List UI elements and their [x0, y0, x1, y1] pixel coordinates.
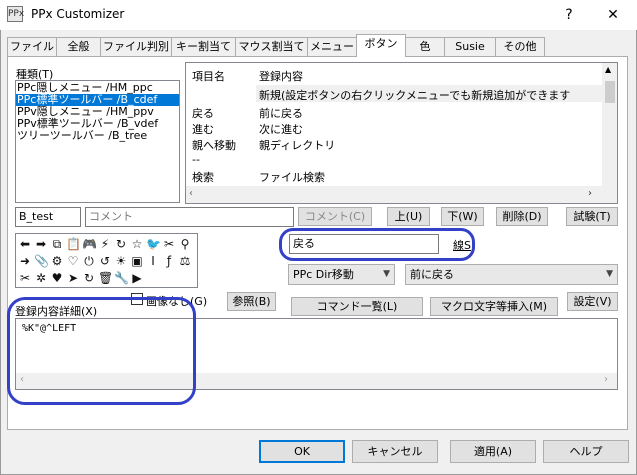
help-icon[interactable]: ? [546, 0, 592, 30]
table-vscrollbar[interactable]: ▲ [602, 63, 617, 186]
reload-icon[interactable]: ↺ [98, 254, 112, 268]
youtube-icon[interactable]: ▶ [130, 271, 144, 285]
tab-color[interactable]: 色 [405, 37, 445, 56]
back-icon[interactable]: ⬅ [18, 237, 32, 251]
window-title: PPx Customizer [31, 7, 125, 21]
command-combo-value: 前に戻る [410, 268, 454, 281]
scroll-right-icon[interactable]: › [588, 188, 592, 199]
command-list-button[interactable]: コマンド一覧(L) [291, 297, 423, 316]
table-cell[interactable]: 次に進む [259, 121, 303, 137]
header-content: 登録内容 [259, 70, 303, 83]
arrow-right-icon[interactable]: ➜ [18, 254, 32, 268]
cancel-button[interactable]: キャンセル [352, 440, 438, 463]
scroll-right-icon[interactable]: › [604, 374, 608, 385]
table-cell[interactable]: -- [192, 153, 200, 166]
app-icon: PPx [7, 6, 24, 22]
scroll-left-icon[interactable]: ‹ [189, 188, 193, 199]
apply-button[interactable]: 適用(A) [450, 440, 536, 463]
tab-button[interactable]: ボタン [356, 34, 406, 57]
line-style-link[interactable]: 線S [453, 237, 471, 253]
search-icon[interactable]: ⚲ [178, 237, 192, 251]
bird-icon[interactable]: 🐦 [146, 237, 161, 251]
header-item-name: 項目名 [192, 70, 225, 83]
trash-icon[interactable]: 🗑 [98, 271, 113, 285]
power-icon[interactable]: ⏻ [82, 254, 96, 268]
bolt-icon[interactable]: ⚡ [98, 237, 112, 251]
tab-other[interactable]: その他 [495, 37, 545, 56]
pipe-icon[interactable]: I [146, 254, 160, 268]
tab-key-assign[interactable]: キー割当て [171, 37, 236, 56]
gamepad-icon[interactable]: 🎮 [82, 237, 97, 251]
tab-file[interactable]: ファイル [7, 37, 57, 56]
macro-insert-button[interactable]: マクロ文字等挿入(M) [430, 297, 558, 316]
refresh-icon[interactable]: ↻ [114, 237, 128, 251]
scale-icon[interactable]: ⚖ [178, 254, 192, 268]
sun-icon[interactable]: ☀ [114, 254, 128, 268]
tab-file-type[interactable]: ファイル判別 [100, 37, 172, 56]
category-combo-value: PPc Dir移動 [293, 268, 354, 281]
star-icon[interactable]: ☆ [130, 237, 144, 251]
annotation-oval-detail [7, 297, 196, 405]
browse-button[interactable]: 参照(B) [227, 292, 276, 311]
copy-icon[interactable]: ⧉ [50, 237, 64, 251]
table-hscrollbar[interactable]: ‹ › [186, 186, 617, 203]
tab-susie[interactable]: Susie [444, 37, 496, 56]
forward-icon[interactable]: ➡ [34, 237, 48, 251]
cut-icon[interactable]: ✂ [18, 271, 32, 285]
table-cell[interactable]: 検索 [192, 169, 214, 185]
comment-field[interactable]: コメント [85, 207, 294, 227]
comment-button[interactable]: コメント(C) [298, 207, 372, 226]
heart-fill-icon[interactable]: ♥ [50, 271, 64, 285]
down-button[interactable]: 下(W) [441, 207, 484, 226]
close-icon[interactable]: ✕ [590, 0, 636, 30]
category-combo[interactable]: PPc Dir移動 ▼ [288, 264, 395, 285]
scroll-up-icon[interactable]: ▲ [605, 65, 611, 74]
wrench-icon[interactable]: ƒ [162, 254, 176, 268]
entry-table[interactable]: 項目名 登録内容 新規(設定ボタンの右クリックメニューでも新規追加ができます 戻… [185, 62, 618, 204]
table-cell[interactable]: 新規(設定ボタンの右クリックメニューでも新規追加ができます [259, 87, 604, 103]
tab-general[interactable]: 全般 [56, 37, 101, 56]
window-icon[interactable]: ▣ [130, 254, 144, 268]
item-name-field[interactable]: 戻る [289, 234, 439, 254]
chevron-down-icon: ▼ [383, 269, 390, 279]
tab-menu[interactable]: メニュー [307, 37, 357, 56]
heart-icon[interactable]: ♡ [66, 254, 80, 268]
scroll-thumb[interactable] [605, 81, 615, 103]
settings-button[interactable]: 設定(V) [567, 292, 618, 311]
table-cell[interactable]: ファイル検索 [259, 169, 325, 185]
clip-icon[interactable]: 📎 [34, 254, 49, 268]
table-cell[interactable]: 親へ移動 [192, 137, 236, 153]
button-name-field[interactable]: B_test [15, 207, 81, 227]
chevron-down-icon: ▼ [606, 269, 613, 279]
delete-button[interactable]: 削除(D) [496, 207, 548, 226]
send-icon[interactable]: ➤ [66, 271, 80, 285]
up-button[interactable]: 上(U) [387, 207, 430, 226]
kind-listbox[interactable]: PPc隠しメニュー /HM_ppc PPc標準ツールバー /B_cdef PPv… [15, 80, 180, 203]
table-cell[interactable]: 親ディレクトリ [259, 137, 335, 153]
paste-icon[interactable]: 📋 [66, 237, 81, 251]
gear2-icon[interactable]: ✲ [34, 271, 48, 285]
command-combo[interactable]: 前に戻る ▼ [405, 264, 618, 285]
table-cell[interactable]: 前に戻る [259, 105, 303, 121]
tab-mouse-assign[interactable]: マウス割当て [235, 37, 308, 56]
table-cell[interactable]: 進む [192, 121, 214, 137]
kind-item[interactable]: ツリーツールバー /B_tree [16, 130, 179, 142]
tools-icon[interactable]: ✂ [162, 237, 176, 251]
table-cell[interactable]: 戻る [192, 105, 214, 121]
test-button[interactable]: 試験(T) [566, 207, 618, 226]
cycle-icon[interactable]: ↻ [82, 271, 96, 285]
ok-button[interactable]: OK [259, 440, 345, 463]
wrench2-icon[interactable]: 🔧 [114, 271, 129, 285]
help-button[interactable]: ヘルプ [543, 440, 629, 463]
gear-icon[interactable]: ⚙ [50, 254, 64, 268]
